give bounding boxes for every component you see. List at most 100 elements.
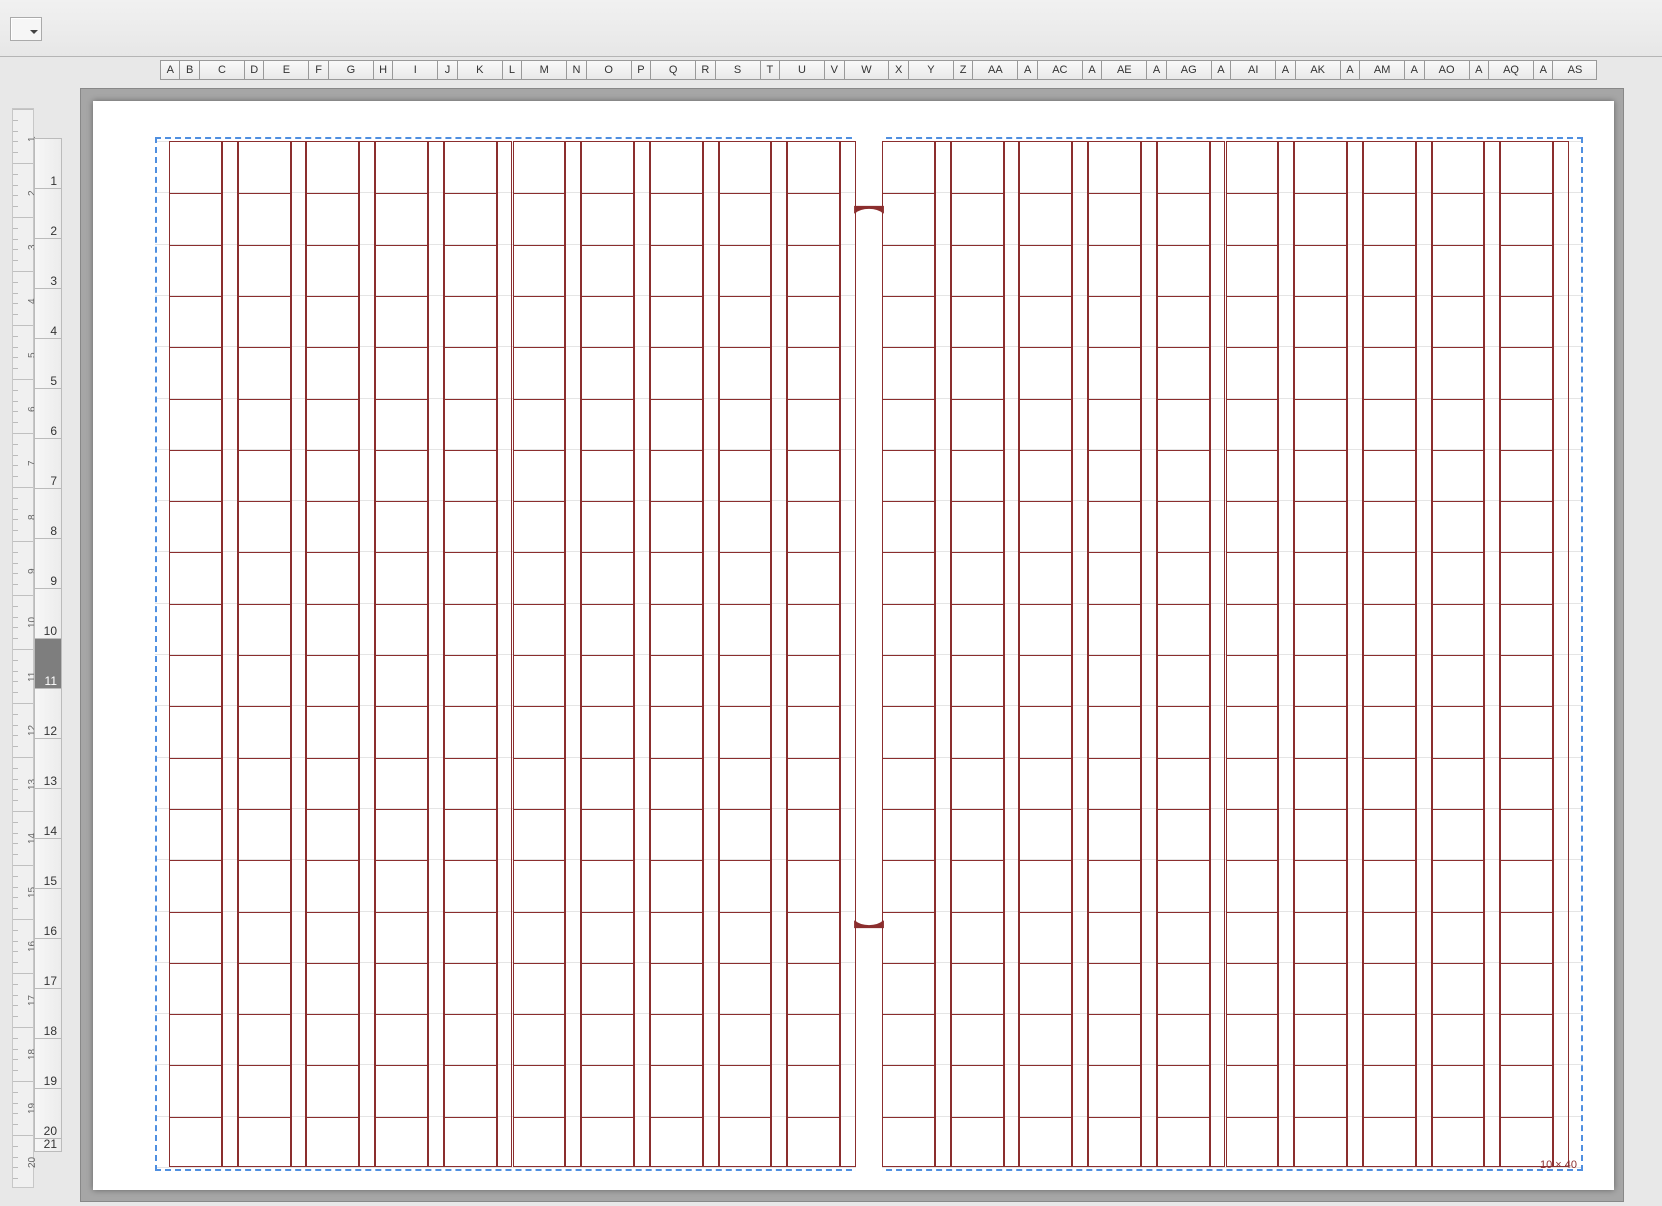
column-header-ae[interactable]: AE xyxy=(1101,60,1146,80)
column-header-a[interactable]: A xyxy=(160,60,179,80)
column-header-l[interactable]: L xyxy=(502,60,521,80)
manuscript-column-7[interactable] xyxy=(581,141,634,1167)
manuscript-column-9[interactable] xyxy=(719,141,772,1167)
manuscript-spacer-9 xyxy=(771,141,787,1167)
manuscript-spacer-13 xyxy=(1072,141,1088,1167)
manuscript-spacer-14 xyxy=(1141,141,1157,1167)
column-header-n[interactable]: N xyxy=(566,60,585,80)
row-header-6[interactable]: 6 xyxy=(34,388,62,438)
manuscript-column-18[interactable] xyxy=(1363,141,1416,1167)
row-header-9[interactable]: 9 xyxy=(34,538,62,588)
row-header-19[interactable]: 19 xyxy=(34,1038,62,1088)
page-well: ︻ ︼ 10 × 40 xyxy=(80,88,1624,1202)
column-header-a[interactable]: A xyxy=(1017,60,1036,80)
column-header-z[interactable]: Z xyxy=(953,60,972,80)
row-header-15[interactable]: 15 xyxy=(34,838,62,888)
manuscript-column-5[interactable] xyxy=(444,141,497,1167)
column-header-s[interactable]: S xyxy=(715,60,760,80)
manuscript-column-6[interactable] xyxy=(513,141,566,1167)
row-header-21[interactable]: 21 xyxy=(34,1138,62,1152)
row-header-14[interactable]: 14 xyxy=(34,788,62,838)
bracket-bottom-icon: ︼ xyxy=(854,915,885,947)
row-header-10[interactable]: 10 xyxy=(34,588,62,638)
manuscript-spacer-8 xyxy=(703,141,719,1167)
row-header-3[interactable]: 3 xyxy=(34,238,62,288)
manuscript-column-13[interactable] xyxy=(1019,141,1072,1167)
column-header-am[interactable]: AM xyxy=(1359,60,1404,80)
manuscript-spacer-6 xyxy=(565,141,581,1167)
manuscript-column-10[interactable] xyxy=(787,141,840,1167)
row-header-5[interactable]: 5 xyxy=(34,338,62,388)
column-header-j[interactable]: J xyxy=(437,60,456,80)
manuscript-column-16[interactable] xyxy=(1226,141,1279,1167)
column-header-y[interactable]: Y xyxy=(908,60,953,80)
column-header-h[interactable]: H xyxy=(373,60,392,80)
row-header-18[interactable]: 18 xyxy=(34,988,62,1038)
column-header-o[interactable]: O xyxy=(586,60,631,80)
column-header-a[interactable]: A xyxy=(1533,60,1552,80)
column-header-e[interactable]: E xyxy=(263,60,308,80)
manuscript-column-8[interactable] xyxy=(650,141,703,1167)
row-header-7[interactable]: 7 xyxy=(34,438,62,488)
column-header-ak[interactable]: AK xyxy=(1295,60,1340,80)
column-header-a[interactable]: A xyxy=(1146,60,1165,80)
column-header-q[interactable]: Q xyxy=(650,60,695,80)
column-header-x[interactable]: X xyxy=(888,60,907,80)
manuscript-column-17[interactable] xyxy=(1294,141,1347,1167)
column-header-c[interactable]: C xyxy=(199,60,244,80)
column-header-d[interactable]: D xyxy=(244,60,263,80)
row-header-17[interactable]: 17 xyxy=(34,938,62,988)
manuscript-column-12[interactable] xyxy=(951,141,1004,1167)
row-header-16[interactable]: 16 xyxy=(34,888,62,938)
manuscript-column-3[interactable] xyxy=(306,141,359,1167)
column-header-a[interactable]: A xyxy=(1469,60,1488,80)
manuscript-spacer-1 xyxy=(222,141,238,1167)
column-header-r[interactable]: R xyxy=(695,60,714,80)
bracket-top-icon: ︻ xyxy=(854,186,885,218)
column-header-w[interactable]: W xyxy=(844,60,889,80)
name-box-dropdown-icon[interactable] xyxy=(10,17,42,41)
column-header-a[interactable]: A xyxy=(1275,60,1294,80)
manuscript-column-15[interactable] xyxy=(1157,141,1210,1167)
column-header-b[interactable]: B xyxy=(179,60,198,80)
row-header-1[interactable]: 1 xyxy=(34,138,62,188)
row-header-12[interactable]: 12 xyxy=(34,688,62,738)
manuscript-column-1[interactable] xyxy=(169,141,222,1167)
manuscript-column-14[interactable] xyxy=(1088,141,1141,1167)
column-header-aa[interactable]: AA xyxy=(972,60,1017,80)
manuscript-column-2[interactable] xyxy=(238,141,291,1167)
vertical-ruler: 1234567891011121314151617181920 xyxy=(12,108,34,1188)
column-header-u[interactable]: U xyxy=(779,60,824,80)
column-header-p[interactable]: P xyxy=(631,60,650,80)
manuscript-column-4[interactable] xyxy=(375,141,428,1167)
column-header-f[interactable]: F xyxy=(308,60,327,80)
manuscript-spacer-4 xyxy=(428,141,444,1167)
row-header-11[interactable]: 11 xyxy=(34,638,62,688)
column-header-a[interactable]: A xyxy=(1211,60,1230,80)
column-header-g[interactable]: G xyxy=(328,60,373,80)
column-header-a[interactable]: A xyxy=(1082,60,1101,80)
column-header-a[interactable]: A xyxy=(1404,60,1423,80)
column-header-ai[interactable]: AI xyxy=(1230,60,1275,80)
manuscript-column-19[interactable] xyxy=(1432,141,1485,1167)
row-header-2[interactable]: 2 xyxy=(34,188,62,238)
column-header-ac[interactable]: AC xyxy=(1037,60,1082,80)
column-header-a[interactable]: A xyxy=(1340,60,1359,80)
column-header-m[interactable]: M xyxy=(521,60,566,80)
manuscript-column-11[interactable] xyxy=(882,141,935,1167)
column-header-aq[interactable]: AQ xyxy=(1488,60,1533,80)
manuscript-spacer-19 xyxy=(1484,141,1500,1167)
row-header-4[interactable]: 4 xyxy=(34,288,62,338)
row-header-20[interactable]: 20 xyxy=(34,1088,62,1138)
manuscript-column-20[interactable] xyxy=(1500,141,1553,1167)
column-header-ao[interactable]: AO xyxy=(1424,60,1469,80)
column-header-k[interactable]: K xyxy=(457,60,502,80)
row-header-13[interactable]: 13 xyxy=(34,738,62,788)
column-header-i[interactable]: I xyxy=(392,60,437,80)
column-header-as[interactable]: AS xyxy=(1552,60,1597,80)
column-header-v[interactable]: V xyxy=(824,60,843,80)
manuscript-spacer-7 xyxy=(634,141,650,1167)
column-header-t[interactable]: T xyxy=(760,60,779,80)
row-header-8[interactable]: 8 xyxy=(34,488,62,538)
column-header-ag[interactable]: AG xyxy=(1166,60,1211,80)
